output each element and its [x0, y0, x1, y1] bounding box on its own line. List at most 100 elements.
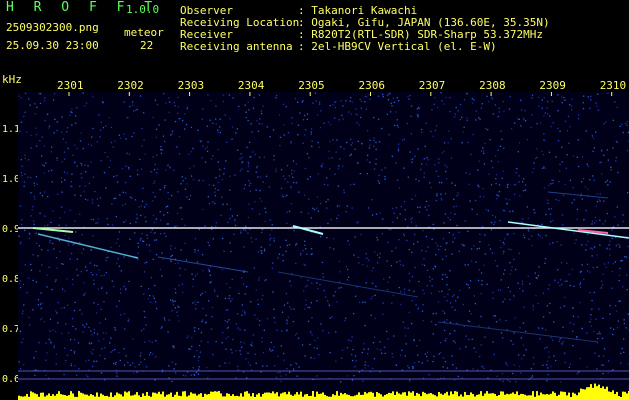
noise-dot [625, 327, 627, 329]
noise-dot [247, 232, 249, 234]
noise-dot [186, 196, 188, 198]
noise-dot [124, 328, 126, 330]
noise-dot [358, 262, 360, 264]
noise-dot [619, 244, 621, 246]
noise-dot [64, 211, 66, 213]
noise-dot [440, 92, 442, 94]
noise-dot [533, 209, 535, 211]
noise-dot [523, 354, 525, 356]
noise-dot [64, 179, 66, 181]
noise-dot [202, 145, 204, 147]
noise-dot [135, 221, 137, 223]
noise-floor-bar [544, 394, 546, 400]
noise-dot [499, 289, 502, 291]
noise-dot [319, 127, 322, 129]
noise-dot [201, 254, 204, 256]
noise-dot [420, 168, 422, 171]
noise-dot [177, 191, 179, 193]
noise-dot [615, 244, 617, 247]
noise-dot [290, 186, 292, 188]
noise-dot [463, 245, 465, 247]
noise-floor-bar [116, 392, 118, 400]
noise-dot [153, 232, 155, 234]
noise-dot [616, 206, 618, 208]
noise-floor-bar [132, 395, 134, 400]
noise-dot [410, 105, 413, 107]
noise-dot [222, 94, 224, 96]
noise-dot [467, 320, 469, 322]
noise-dot [103, 338, 105, 340]
noise-dot [511, 266, 513, 268]
noise-dot [366, 96, 368, 98]
noise-dot [571, 109, 573, 111]
noise-dot [481, 280, 483, 282]
noise-dot [255, 289, 257, 291]
noise-floor-bar [64, 395, 66, 400]
noise-dot [374, 317, 376, 320]
noise-dot [136, 371, 138, 373]
noise-dot [398, 286, 400, 289]
noise-dot [123, 221, 125, 223]
noise-dot [537, 224, 539, 226]
noise-dot [56, 129, 58, 132]
noise-dot [383, 346, 385, 349]
x-tick-label: 2307 [418, 79, 446, 92]
noise-dot [547, 101, 549, 103]
noise-floor-bar [566, 395, 568, 400]
noise-dot [62, 263, 64, 265]
noise-floor-bar [148, 395, 150, 400]
noise-dot [92, 365, 94, 367]
x-tick-label: 2305 [298, 79, 325, 92]
noise-dot [90, 249, 92, 251]
noise-dot [198, 228, 200, 231]
noise-dot [249, 190, 251, 192]
noise-dot [456, 224, 458, 227]
noise-dot [404, 327, 406, 329]
noise-floor-bar [580, 388, 582, 400]
noise-dot [479, 241, 481, 243]
noise-dot [263, 250, 266, 252]
noise-dot [337, 214, 340, 217]
noise-dot [595, 318, 597, 320]
noise-dot [591, 255, 593, 257]
noise-dot [243, 246, 245, 248]
noise-dot [565, 167, 567, 169]
noise-dot [564, 183, 566, 186]
noise-floor-bar [324, 394, 326, 400]
noise-dot [409, 151, 411, 153]
noise-dot [373, 116, 375, 119]
noise-dot [364, 324, 366, 327]
noise-dot [103, 301, 105, 303]
noise-dot [154, 163, 156, 166]
noise-dot [584, 186, 586, 188]
noise-floor-bar [572, 392, 574, 400]
noise-dot [266, 318, 269, 320]
noise-dot [171, 310, 173, 312]
noise-dot [468, 183, 470, 185]
noise-dot [160, 327, 162, 329]
noise-dot [192, 179, 195, 181]
noise-floor-bar [284, 392, 286, 400]
noise-dot [208, 202, 211, 205]
noise-dot [168, 319, 170, 321]
noise-dot [355, 113, 357, 115]
noise-floor-bar [470, 392, 472, 400]
noise-dot [541, 223, 543, 225]
noise-dot [607, 372, 609, 374]
noise-dot [561, 283, 563, 286]
noise-floor-bar [378, 393, 380, 400]
noise-dot [170, 260, 172, 263]
noise-dot [361, 351, 363, 354]
noise-dot [22, 338, 24, 340]
noise-dot [180, 207, 182, 209]
noise-dot [285, 250, 287, 252]
noise-dot [458, 250, 460, 252]
noise-dot [395, 207, 398, 209]
noise-dot [63, 158, 66, 160]
noise-dot [560, 381, 562, 383]
noise-dot [404, 335, 407, 337]
noise-dot [576, 337, 578, 339]
noise-dot [338, 119, 340, 121]
noise-dot [254, 201, 256, 203]
noise-dot [165, 206, 167, 208]
